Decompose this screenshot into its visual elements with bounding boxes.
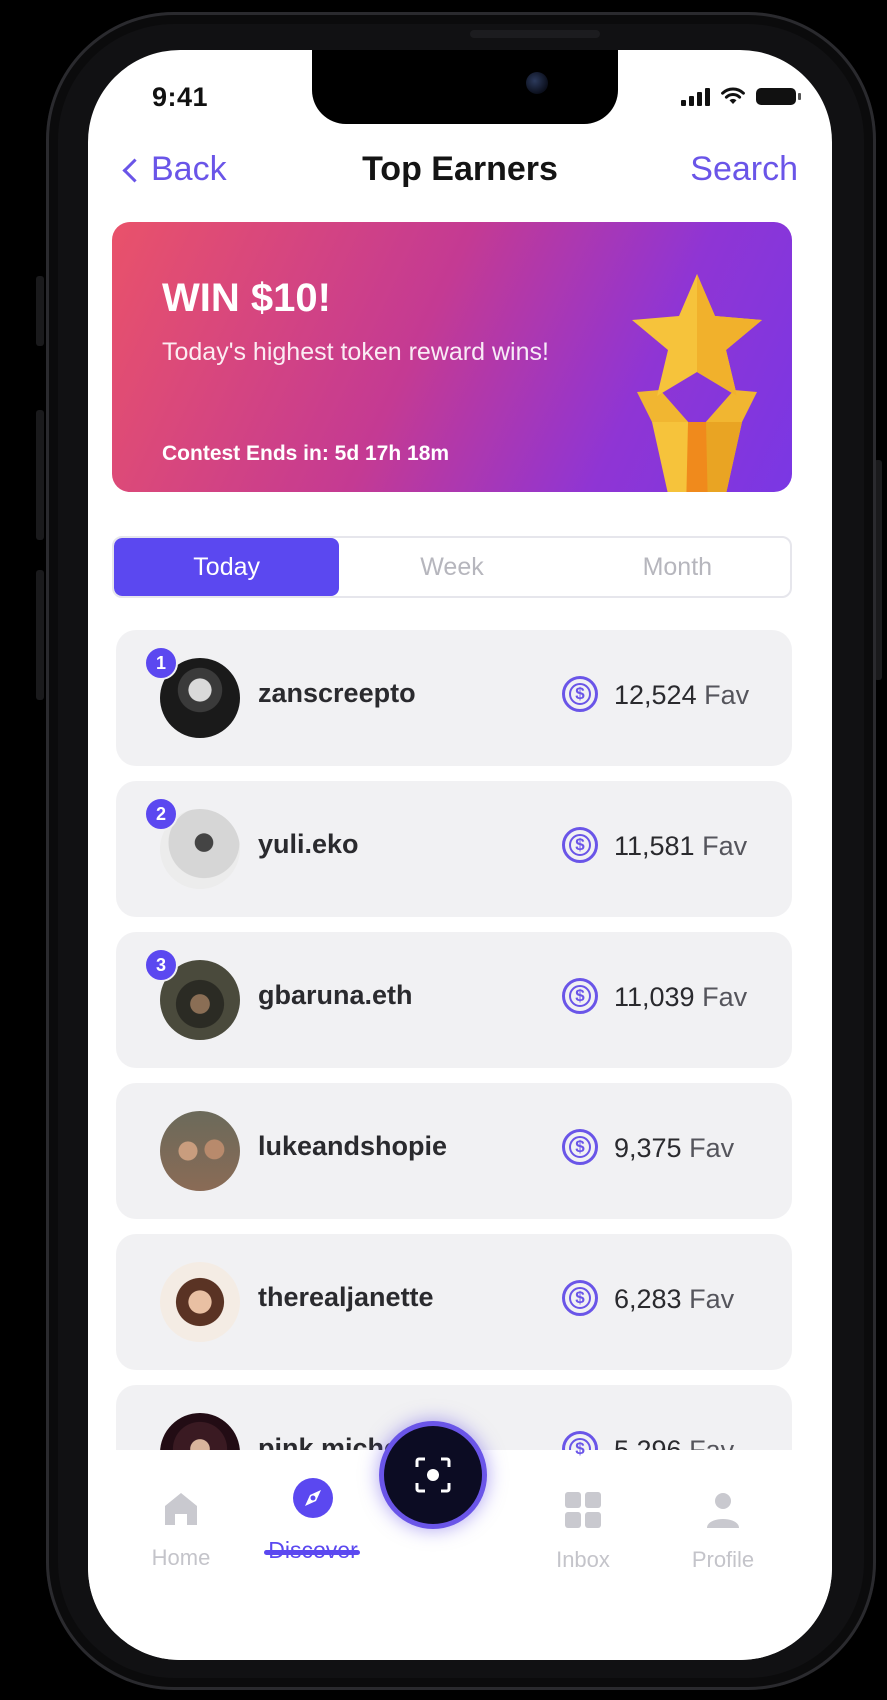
mute-switch bbox=[36, 276, 44, 346]
leaderboard-row[interactable]: lukeandshopie $ 9,375 Fav bbox=[116, 1083, 792, 1219]
contest-banner[interactable]: WIN $10! Today's highest token reward wi… bbox=[112, 222, 792, 492]
coin-icon: $ bbox=[562, 1280, 598, 1316]
username: lukeandshopie bbox=[258, 1131, 448, 1161]
home-icon bbox=[165, 1493, 197, 1525]
rank-badge: 1 bbox=[144, 646, 178, 680]
tab-month[interactable]: Month bbox=[565, 538, 790, 596]
scan-icon bbox=[415, 1457, 451, 1493]
leaderboard-row[interactable]: 1 zanscreepto $ 12,524 Fav bbox=[116, 630, 792, 766]
earnings-amount: 6,283 Fav bbox=[614, 1284, 734, 1315]
coin-icon: $ bbox=[562, 827, 598, 863]
navigation-bar: Back Top Earners Search bbox=[88, 150, 832, 210]
amount-value: 6,283 bbox=[614, 1284, 682, 1314]
coin-icon: $ bbox=[562, 1129, 598, 1165]
username: therealjanette bbox=[258, 1282, 434, 1312]
avatar bbox=[160, 1111, 240, 1191]
app-screen: 9:41 Back Top Earners Search WIN $10! To… bbox=[88, 50, 832, 1660]
amount-value: 11,581 bbox=[614, 831, 695, 861]
tab-inbox-label: Inbox bbox=[556, 1547, 610, 1572]
avatar bbox=[160, 1262, 240, 1342]
banner-title: WIN $10! bbox=[162, 276, 331, 320]
username: yuli.eko bbox=[258, 829, 359, 859]
banner-subtitle: Today's highest token reward wins! bbox=[162, 338, 549, 366]
username: zanscreepto bbox=[258, 678, 416, 708]
tab-home[interactable]: Home bbox=[116, 1490, 246, 1571]
leaderboard-row[interactable]: 3 gbaruna.eth $ 11,039 Fav bbox=[116, 932, 792, 1068]
active-tab-indicator bbox=[264, 1550, 360, 1555]
earnings-amount: 11,039 Fav bbox=[614, 982, 747, 1013]
rank-badge: 2 bbox=[144, 797, 178, 831]
notch bbox=[312, 50, 618, 124]
front-camera bbox=[526, 72, 548, 94]
amount-unit: Fav bbox=[702, 831, 748, 861]
scan-button[interactable] bbox=[384, 1426, 482, 1524]
battery-icon bbox=[756, 87, 801, 105]
period-tabs: Today Week Month bbox=[112, 536, 792, 598]
amount-value: 9,375 bbox=[614, 1133, 682, 1163]
user-icon bbox=[707, 1493, 739, 1528]
grid-inbox-icon bbox=[565, 1492, 601, 1528]
leaderboard-list: 1 zanscreepto $ 12,524 Fav 2 yuli.eko $ … bbox=[116, 630, 792, 1536]
wifi-icon bbox=[721, 87, 745, 104]
amount-unit: Fav bbox=[689, 1284, 735, 1314]
speaker-slot bbox=[470, 30, 600, 38]
rank-badge: 3 bbox=[144, 948, 178, 982]
username: gbaruna.eth bbox=[258, 980, 413, 1010]
star-trophy-icon bbox=[632, 274, 762, 492]
amount-unit: Fav bbox=[689, 1133, 735, 1163]
search-button[interactable]: Search bbox=[690, 150, 798, 189]
coin-icon: $ bbox=[562, 978, 598, 1014]
contest-countdown: Contest Ends in: 5d 17h 18m bbox=[162, 442, 450, 465]
tab-inbox[interactable]: Inbox bbox=[518, 1490, 648, 1573]
status-time: 9:41 bbox=[152, 82, 209, 112]
leaderboard-row[interactable]: 2 yuli.eko $ 11,581 Fav bbox=[116, 781, 792, 917]
status-icons bbox=[681, 86, 801, 106]
coin-icon: $ bbox=[562, 676, 598, 712]
amount-unit: Fav bbox=[702, 982, 748, 1012]
earnings-amount: 12,524 Fav bbox=[614, 680, 749, 711]
leaderboard-row[interactable]: therealjanette $ 6,283 Fav bbox=[116, 1234, 792, 1370]
compass-icon bbox=[293, 1478, 333, 1518]
earnings-amount: 11,581 Fav bbox=[614, 831, 747, 862]
tab-home-label: Home bbox=[151, 1545, 211, 1570]
earnings-amount: 9,375 Fav bbox=[614, 1133, 734, 1164]
cellular-signal-icon bbox=[681, 86, 710, 106]
tab-profile-label: Profile bbox=[691, 1547, 755, 1572]
amount-unit: Fav bbox=[704, 680, 750, 710]
volume-up-button bbox=[36, 410, 44, 540]
tab-today[interactable]: Today bbox=[114, 538, 340, 596]
tab-week[interactable]: Week bbox=[339, 538, 564, 596]
tab-profile[interactable]: Profile bbox=[658, 1490, 788, 1573]
amount-value: 11,039 bbox=[614, 982, 695, 1012]
volume-down-button bbox=[36, 570, 44, 700]
amount-value: 12,524 bbox=[614, 680, 697, 710]
